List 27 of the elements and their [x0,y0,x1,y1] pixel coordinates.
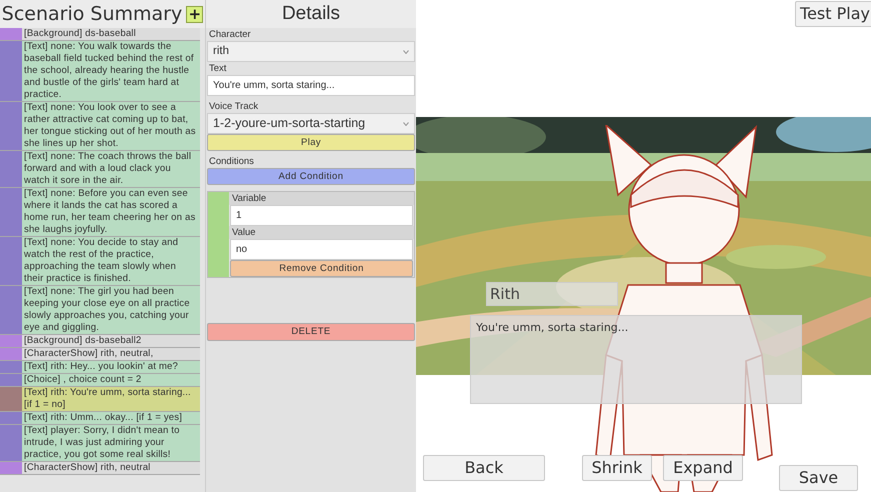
save-button[interactable]: Save [779,465,858,491]
dropdown[interactable]: 1-2-youre-um-sorta-starting [207,113,415,134]
add-event-button[interactable]: + [186,6,204,22]
play-button[interactable]: Play [207,134,415,151]
caret-icon [403,122,409,126]
panel-title: Details [282,2,340,26]
input-field[interactable]: no [230,239,413,260]
field-label: Text [208,62,228,75]
panel-title: Scenario Summary [2,2,182,27]
caret-icon [403,50,409,54]
add-condition-button[interactable]: Add Condition [207,168,415,185]
field-label: Conditions [208,155,255,168]
speaker-name: Rith [486,282,618,306]
test-play-button[interactable]: Test Play [795,1,871,27]
dropdown[interactable]: rith [207,41,415,62]
field-label: Voice Track [208,100,260,113]
shrink-button[interactable]: Shrink [582,455,652,481]
input-field[interactable]: 1 [230,205,413,226]
expand-button[interactable]: Expand [663,455,743,481]
field-label: Value [229,226,414,239]
input-field[interactable]: You're umm, sorta staring... [207,75,415,96]
remove-condition-button[interactable]: Remove Condition [230,260,413,277]
field-label: Character [208,28,252,41]
dialogue-text: You're umm, sorta staring... [470,315,802,404]
delete-button[interactable]: DELETE [207,323,415,341]
field-label: Variable [229,192,414,205]
back-button[interactable]: Back [423,455,545,481]
